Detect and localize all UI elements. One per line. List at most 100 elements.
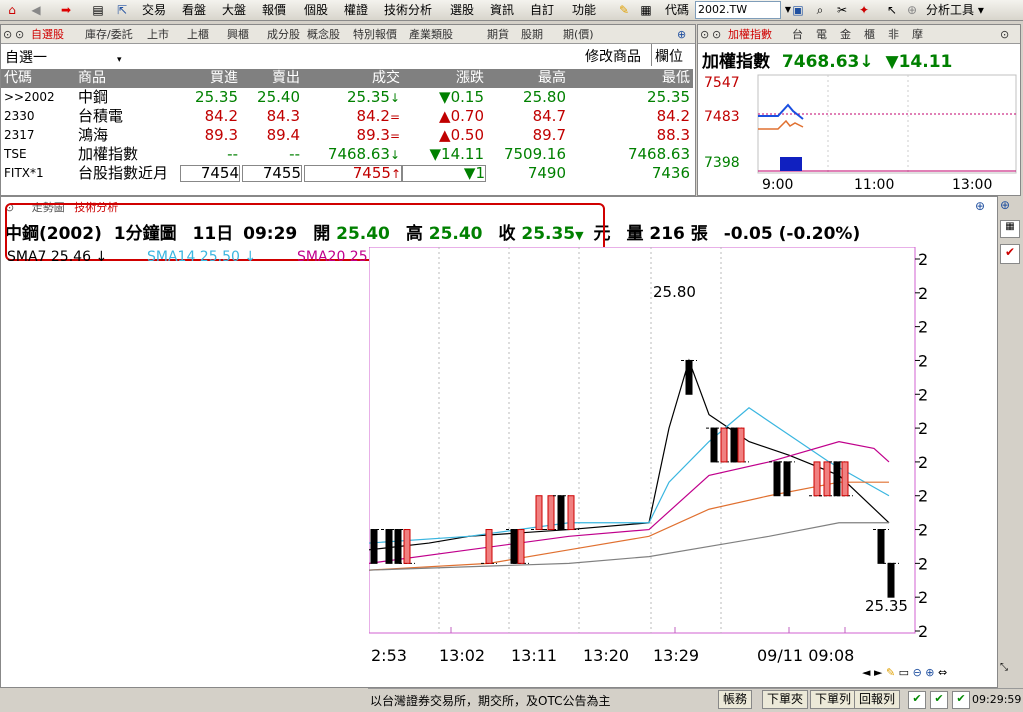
back-icon[interactable]: ◀ bbox=[28, 2, 44, 18]
column-header[interactable]: 代碼 bbox=[4, 69, 74, 88]
column-header[interactable]: 賣出 bbox=[242, 69, 300, 88]
status-button[interactable]: 回報列 bbox=[854, 690, 901, 709]
checkbox-icon[interactable]: ✔ bbox=[930, 691, 948, 709]
table-row[interactable]: 2330 台積電 84.2 84.3 84.2= ▲0.70 84.7 84.2 bbox=[4, 107, 692, 126]
forward-icon[interactable]: ➡ bbox=[58, 2, 74, 18]
candle bbox=[813, 461, 821, 497]
tools-icon[interactable]: ✂ bbox=[834, 2, 850, 18]
index-tab-2[interactable]: 電 bbox=[816, 27, 827, 42]
code-input[interactable]: 2002.TW bbox=[695, 1, 781, 19]
menu-4[interactable]: 個股 bbox=[304, 2, 328, 18]
menu-1[interactable]: 看盤 bbox=[182, 2, 206, 18]
tab-nav-right[interactable]: ⊙ bbox=[15, 27, 24, 42]
tab-3[interactable]: 上櫃 bbox=[187, 27, 209, 42]
cell-change: 0.50 bbox=[450, 126, 484, 144]
tab-0[interactable]: 自選股 bbox=[31, 27, 64, 42]
checkbox-icon[interactable]: ✔ bbox=[952, 691, 970, 709]
column-header[interactable]: 買進 bbox=[180, 69, 238, 88]
page-icon[interactable]: ▭ bbox=[899, 666, 909, 679]
column-header[interactable]: 漲跌 bbox=[402, 69, 484, 88]
cell-bid: 25.35 bbox=[195, 88, 238, 106]
fit-icon[interactable]: ⇔ bbox=[938, 666, 947, 679]
watchlist-name[interactable]: 自選一 ▾ bbox=[5, 47, 122, 67]
menu-8[interactable]: 資訊 bbox=[490, 2, 514, 18]
menu-7[interactable]: 選股 bbox=[450, 2, 474, 18]
modify-items-button[interactable]: 修改商品 bbox=[585, 46, 641, 66]
notes-icon[interactable]: ▦ bbox=[638, 2, 654, 18]
tab-4[interactable]: 興櫃 bbox=[227, 27, 249, 42]
index-mini-chart: 7547 7483 7398 9:00 11:00 13:00 bbox=[704, 74, 1017, 193]
cell-change: 0.15 bbox=[450, 88, 484, 106]
menu-0[interactable]: 交易 bbox=[142, 2, 166, 18]
analysis-tools-menu[interactable]: 分析工具 ▾ bbox=[926, 2, 984, 18]
table-row[interactable]: 2317 鴻海 89.3 89.4 89.3= ▲0.50 89.7 88.3 bbox=[4, 126, 692, 145]
tab-6[interactable]: 概念股 bbox=[307, 27, 340, 42]
scroll-right-icon[interactable]: ► bbox=[874, 666, 882, 679]
menu-9[interactable]: 自訂 bbox=[530, 2, 554, 18]
cell-last: 89.3 bbox=[356, 126, 390, 144]
y-tick-label: 25.75 bbox=[918, 318, 929, 337]
search-icon[interactable]: ⌕ bbox=[812, 2, 828, 18]
quote-icon[interactable]: ▣ bbox=[790, 2, 806, 18]
menu-6[interactable]: 技術分析 bbox=[384, 2, 432, 18]
tab-10[interactable]: 股期 bbox=[521, 27, 543, 42]
index-tab-6[interactable]: 摩 bbox=[912, 27, 923, 42]
index-tab-0[interactable]: 加權指數 bbox=[728, 27, 772, 42]
cell-change: 14.11 bbox=[441, 145, 484, 163]
columns-button[interactable]: 欄位 bbox=[655, 46, 683, 66]
pen-icon[interactable]: ✎ bbox=[616, 2, 632, 18]
zoom-out-icon[interactable]: ⊖ bbox=[913, 666, 922, 679]
y-tick-label: 25.40 bbox=[918, 554, 929, 573]
index-tab-5[interactable]: 非 bbox=[888, 27, 899, 42]
column-header[interactable]: 最高 bbox=[486, 69, 566, 88]
corner-icon[interactable]: ⤡ bbox=[1000, 662, 1008, 673]
print-icon[interactable]: ▤ bbox=[90, 2, 106, 18]
tab-7[interactable]: 特別報價 bbox=[353, 27, 397, 42]
column-header[interactable]: 成交 bbox=[304, 69, 400, 88]
status-button[interactable]: 下單列 bbox=[810, 690, 857, 709]
checkbox-icon[interactable]: ✔ bbox=[908, 691, 926, 709]
tab-1[interactable]: 庫存/委託 bbox=[85, 27, 133, 42]
table-row[interactable]: >>2002 中鋼 25.35 25.40 25.35↓ ▼0.15 25.80 25.35 bbox=[4, 88, 692, 107]
scroll-left-icon[interactable]: ◄ bbox=[862, 666, 870, 679]
draw-icon[interactable]: ✎ bbox=[886, 666, 895, 679]
price-chart[interactable]: 25.80 25.35 25.85 25.80 25.75 25.70 25.65 25.60… bbox=[369, 247, 929, 667]
zoom-in-icon[interactable]: ⊕ bbox=[677, 27, 686, 42]
tab-8[interactable]: 產業類股 bbox=[409, 27, 453, 42]
pointer-icon[interactable]: ↖ bbox=[884, 2, 900, 18]
volume-value: 216 bbox=[649, 224, 685, 244]
zoom-in-icon[interactable]: ⊕ bbox=[925, 666, 934, 679]
price-annotation: 25.80 bbox=[653, 283, 696, 301]
menu-5[interactable]: 權證 bbox=[344, 2, 368, 18]
tab-nav-right[interactable]: ⊙ bbox=[712, 27, 721, 42]
zoom-in-icon[interactable]: ⊕ bbox=[975, 199, 985, 213]
status-button[interactable]: 下單夾 bbox=[762, 690, 809, 709]
column-header[interactable]: 商品 bbox=[78, 69, 178, 88]
tab-nav-left[interactable]: ⊙ bbox=[3, 27, 12, 42]
status-button[interactable]: 帳務 bbox=[718, 690, 753, 709]
popout-icon[interactable]: ⇱ bbox=[114, 2, 130, 18]
indicator-button[interactable]: ▦ bbox=[1000, 220, 1020, 238]
menu-10[interactable]: 功能 bbox=[572, 2, 596, 18]
candle bbox=[841, 461, 849, 497]
table-row[interactable]: FITX*1 台股指數近月 7454 7455 7455↑ ▼1 7490 7436 bbox=[4, 164, 692, 183]
index-y-tick: 7398 bbox=[704, 155, 740, 171]
tab-5[interactable]: 成分股 bbox=[267, 27, 300, 42]
tab-11[interactable]: 期(價) bbox=[563, 27, 594, 42]
menu-3[interactable]: 報價 bbox=[262, 2, 286, 18]
checkbox-icon[interactable]: ✔ bbox=[1000, 244, 1020, 264]
alert-icon[interactable]: ✦ bbox=[856, 2, 872, 18]
index-tab-3[interactable]: 金 bbox=[840, 27, 851, 42]
tab-nav-left[interactable]: ⊙ bbox=[700, 27, 709, 42]
column-header[interactable]: 最低 bbox=[570, 69, 690, 88]
tab-9[interactable]: 期貨 bbox=[487, 27, 509, 42]
home-icon[interactable]: ⌂ bbox=[4, 2, 20, 18]
menu-2[interactable]: 大盤 bbox=[222, 2, 246, 18]
crosshair-icon[interactable]: ⊕ bbox=[904, 2, 920, 18]
table-row[interactable]: TSE 加權指數 -- -- 7468.63↓ ▼14.11 7509.16 7468.63 bbox=[4, 145, 692, 164]
zoom-in-icon[interactable]: ⊕ bbox=[1000, 198, 1010, 212]
tab-nav-next[interactable]: ⊙ bbox=[1000, 27, 1009, 42]
index-tab-1[interactable]: 台 bbox=[792, 27, 803, 42]
tab-2[interactable]: 上市 bbox=[147, 27, 169, 42]
index-tab-4[interactable]: 櫃 bbox=[864, 27, 875, 42]
